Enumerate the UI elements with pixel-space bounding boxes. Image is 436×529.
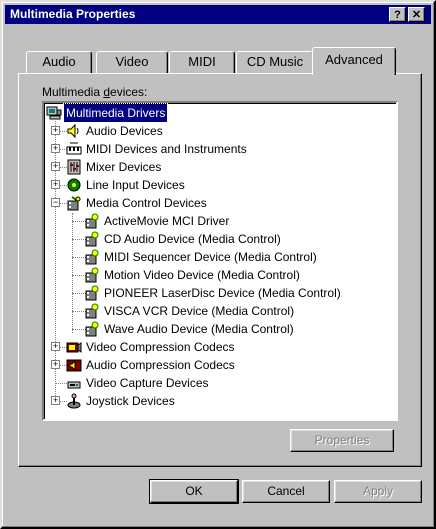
- collapse-minus-icon[interactable]: −: [51, 198, 60, 207]
- tree-child-wave-audio[interactable]: Wave Audio Device (Media Control): [44, 320, 384, 338]
- multimedia-devices-label: Multimedia devices:: [42, 85, 148, 99]
- media-device-icon: [85, 303, 99, 319]
- tree-item-audio-compression-codecs[interactable]: + Audio Compression Codecs: [44, 356, 344, 374]
- midi-icon: [66, 142, 82, 155]
- ok-button[interactable]: OK: [149, 479, 239, 504]
- video-capture-icon: [67, 381, 81, 389]
- media-device-icon: [85, 285, 99, 301]
- window-title: Multimedia Properties: [10, 7, 136, 21]
- tree-item-video-compression-codecs[interactable]: + Video Compression Codecs: [44, 338, 344, 356]
- tree-item-audio-devices[interactable]: + Audio Devices: [44, 122, 344, 140]
- media-device-icon: [85, 213, 99, 229]
- expand-plus-icon[interactable]: +: [51, 144, 60, 153]
- expand-plus-icon[interactable]: +: [51, 180, 60, 189]
- tree-child-visca-vcr[interactable]: VISCA VCR Device (Media Control): [44, 302, 384, 320]
- tree-item-video-capture-devices[interactable]: Video Capture Devices: [44, 374, 344, 392]
- tree-item-joystick-devices[interactable]: + Joystick Devices: [44, 392, 344, 410]
- title-bar[interactable]: Multimedia Properties ? ✕: [5, 5, 431, 24]
- tab-cd-music[interactable]: CD Music: [236, 51, 314, 73]
- close-button[interactable]: ✕: [408, 7, 425, 22]
- expand-plus-icon[interactable]: +: [51, 396, 60, 405]
- devices-tree[interactable]: Multimedia Drivers + Audio Devices + MID…: [42, 101, 398, 421]
- tab-advanced[interactable]: Advanced: [312, 47, 396, 75]
- tree-child-midi-sequencer[interactable]: MIDI Sequencer Device (Media Control): [44, 248, 384, 266]
- tree-item-line-input-devices[interactable]: + Line Input Devices: [44, 176, 344, 194]
- mixer-icon: [67, 159, 81, 175]
- tab-audio[interactable]: Audio: [26, 51, 92, 73]
- tree-child-activemovie[interactable]: ActiveMovie MCI Driver: [44, 212, 384, 230]
- media-device-icon: [85, 321, 99, 337]
- tree-child-motion-video[interactable]: Motion Video Device (Media Control): [44, 266, 384, 284]
- tab-video[interactable]: Video: [96, 51, 168, 73]
- apply-button[interactable]: Apply: [334, 480, 422, 503]
- expand-plus-icon[interactable]: +: [51, 360, 60, 369]
- expand-plus-icon[interactable]: +: [51, 126, 60, 135]
- speaker-icon: [67, 123, 79, 139]
- tree-item-midi-devices[interactable]: + MIDI Devices and Instruments: [44, 140, 344, 158]
- media-control-icon: [67, 196, 81, 211]
- media-device-icon: [85, 231, 99, 247]
- multimedia-properties-window: Multimedia Properties ? ✕ Audio Video MI…: [0, 0, 436, 529]
- line-input-icon: [67, 178, 81, 192]
- tree-child-cd-audio[interactable]: CD Audio Device (Media Control): [44, 230, 384, 248]
- tree-root-label: Multimedia Drivers: [62, 103, 169, 123]
- audio-codec-icon: [66, 359, 82, 372]
- media-device-icon: [85, 267, 99, 283]
- cancel-button[interactable]: Cancel: [242, 480, 330, 503]
- tree-child-pioneer-laserdisc[interactable]: PIONEER LaserDisc Device (Media Control): [44, 284, 394, 302]
- expand-plus-icon[interactable]: +: [51, 162, 60, 171]
- help-button[interactable]: ?: [389, 7, 406, 22]
- video-codec-icon: [66, 342, 82, 353]
- joystick-icon: [67, 393, 81, 409]
- tree-item-mixer-devices[interactable]: + Mixer Devices: [44, 158, 344, 176]
- tab-midi[interactable]: MIDI: [169, 51, 235, 73]
- computer-icon: [46, 106, 62, 120]
- tree-item-media-control-devices[interactable]: − Media Control Devices: [44, 194, 344, 212]
- expand-plus-icon[interactable]: +: [51, 342, 60, 351]
- properties-button[interactable]: Properties: [290, 429, 394, 452]
- media-device-icon: [85, 249, 99, 265]
